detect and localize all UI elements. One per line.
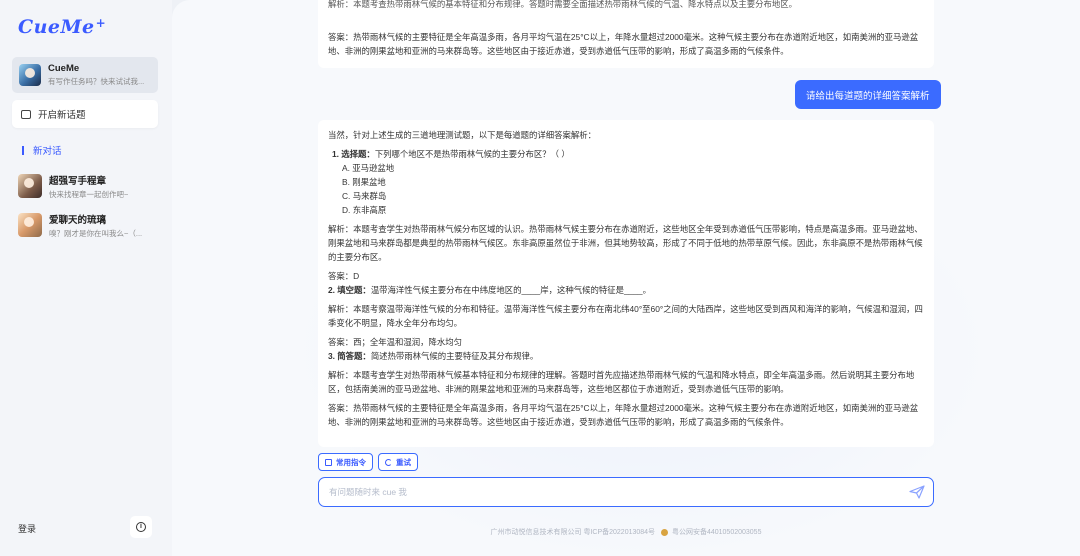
agent-name: CueMe bbox=[48, 63, 80, 74]
sidebar: CueMe+ CueMe 有写作任务吗？快来试试我... 开启新话题 新对话 超… bbox=[0, 0, 172, 556]
app-logo[interactable]: CueMe+ bbox=[18, 16, 106, 38]
question-2-answer: 答案：西；全年温和湿润，降水均匀 bbox=[328, 337, 462, 347]
agent-avatar bbox=[19, 64, 41, 86]
new-topic-button[interactable]: 开启新话题 bbox=[12, 100, 158, 128]
agent-subtitle: 嗅？刚才是你在叫我么~（... bbox=[49, 228, 143, 238]
info-button[interactable]: i bbox=[130, 516, 152, 538]
new-conversation-label: 新对话 bbox=[33, 146, 62, 157]
clipped-analysis-line: 解析：本题考查热带雨林气候的基本特征和分布规律。答题时需要全面描述热带雨林气候的… bbox=[328, 0, 797, 9]
refresh-icon bbox=[385, 458, 392, 466]
option-b: B. 刚果盆地 bbox=[342, 177, 386, 187]
agent-name: 爱聊天的琉璃 bbox=[49, 214, 107, 226]
agent-name: 超强写手程章 bbox=[49, 175, 107, 187]
chat-main: 解析：本题考查热带雨林气候的基本特征和分布规律。答题时需要全面描述热带雨林气候的… bbox=[172, 0, 1080, 556]
agent-subtitle: 快来找程章一起创作吧~ bbox=[49, 189, 129, 199]
active-agent-card[interactable]: CueMe 有写作任务吗？快来试试我... bbox=[12, 57, 158, 93]
footer-company: 广州市动悦信息技术有限公司 粤ICP备2022013084号 bbox=[490, 529, 656, 536]
question-2: 2. 填空题：温带海洋性气候主要分布在中纬度地区的____岸，这种气候的特征是_… bbox=[328, 283, 924, 297]
retry-button[interactable]: 重试 bbox=[378, 453, 418, 471]
question-2-label: 2. 填空题： bbox=[328, 285, 371, 295]
question-3-label: 3. 简答题： bbox=[328, 351, 371, 361]
police-badge-icon bbox=[661, 528, 669, 536]
page-footer: 广州市动悦信息技术有限公司 粤ICP备2022013084号 粤公网安备4401… bbox=[318, 527, 934, 537]
answer-intro: 当然，针对上述生成的三道地理测试题，以下是每道题的详细答案解析： bbox=[328, 130, 596, 140]
question-1-text: 下列哪个地区不是热带雨林气候的主要分布区？（ ） bbox=[374, 149, 570, 159]
info-icon: i bbox=[136, 522, 146, 532]
question-3-analysis: 解析：本题考查学生对热带雨林气候基本特征和分布规律的理解。答题时首先应描述热带雨… bbox=[328, 370, 915, 394]
chat-input[interactable] bbox=[329, 484, 889, 500]
option-d: D. 东非高原 bbox=[342, 205, 387, 215]
login-link[interactable]: 登录 bbox=[18, 522, 36, 535]
agent-avatar bbox=[18, 213, 42, 237]
commands-icon bbox=[325, 458, 332, 466]
sidebar-agent-liuli[interactable]: 爱聊天的琉璃 嗅？刚才是你在叫我么~（... bbox=[18, 212, 158, 238]
send-icon[interactable] bbox=[909, 485, 925, 499]
question-1-analysis: 解析：本题考查学生对热带雨林气候分布区域的认识。热带雨林气候主要分布在赤道附近，… bbox=[328, 224, 923, 262]
question-3-text: 简述热带雨林气候的主要特征及其分布规律。 bbox=[370, 351, 539, 361]
logo-spark: + bbox=[95, 16, 107, 30]
question-1: 1. 选择题：下列哪个地区不是热带雨林气候的主要分布区？（ ） bbox=[328, 147, 924, 161]
agent-subtitle: 有写作任务吗？快来试试我... bbox=[48, 77, 145, 86]
previous-answer-card: 解析：本题考查热带雨林气候的基本特征和分布规律。答题时需要全面描述热带雨林气候的… bbox=[318, 0, 934, 68]
question-3: 3. 简答题：简述热带雨林气候的主要特征及其分布规律。 bbox=[328, 349, 924, 363]
option-a: A. 亚马逊盆地 bbox=[342, 163, 395, 173]
active-indicator bbox=[22, 145, 24, 155]
new-topic-icon bbox=[21, 109, 31, 119]
chat-input-box[interactable] bbox=[318, 477, 934, 507]
question-2-text: 温带海洋性气候主要分布在中纬度地区的____岸，这种气候的特征是____。 bbox=[370, 285, 651, 295]
footer-police[interactable]: 粤公网安备44010502003055 bbox=[672, 529, 762, 536]
user-message-bubble: 请给出每道题的详细答案解析 bbox=[795, 80, 941, 109]
new-topic-label: 开启新话题 bbox=[38, 110, 86, 121]
common-commands-label: 常用指令 bbox=[336, 457, 366, 467]
sidebar-item-new-conversation[interactable]: 新对话 bbox=[22, 143, 62, 157]
common-commands-button[interactable]: 常用指令 bbox=[318, 453, 373, 471]
agent-avatar bbox=[18, 174, 42, 198]
question-3-answer: 答案：热带雨林气候的主要特征是全年高温多雨，各月平均气温在25°C以上，年降水量… bbox=[328, 403, 919, 427]
assistant-answer-card: 当然，针对上述生成的三道地理测试题，以下是每道题的详细答案解析： 1. 选择题：… bbox=[318, 120, 934, 447]
question-1-label: 1. 选择题： bbox=[332, 149, 375, 159]
question-2-analysis: 解析：本题考察温带海洋性气候的分布和特征。温带海洋性气候主要分布在南北纬40°至… bbox=[328, 304, 923, 328]
sidebar-agent-writer[interactable]: 超强写手程章 快来找程章一起创作吧~ bbox=[18, 173, 158, 199]
previous-answer-text: 答案：热带雨林气候的主要特征是全年高温多雨，各月平均气温在25°C以上，年降水量… bbox=[328, 32, 919, 56]
option-c: C. 马来群岛 bbox=[342, 191, 387, 201]
retry-label: 重试 bbox=[396, 457, 411, 467]
question-1-answer: 答案：D bbox=[328, 271, 360, 281]
